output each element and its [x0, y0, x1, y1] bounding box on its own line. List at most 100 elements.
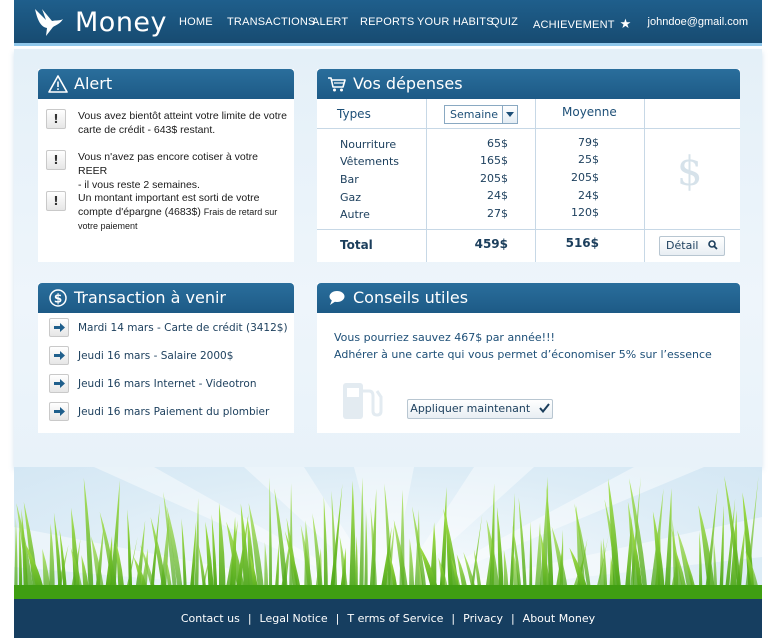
transaction-text: Jeudi 16 mars Paiement du plombier	[78, 405, 270, 418]
upcoming-transactions-panel: $ Transaction à venir Mardi 14 mars - Ca…	[38, 283, 294, 433]
total-average-value: 516$	[565, 236, 599, 250]
transaction-item[interactable]: Jeudi 16 mars Paiement du plombier	[49, 402, 269, 421]
tip-advice-text: Adhérer à une carte qui vous permet d’éc…	[334, 348, 712, 361]
transactions-panel-title: Transaction à venir	[74, 288, 226, 307]
arrow-right-icon	[49, 318, 69, 337]
table-divider	[317, 229, 740, 230]
table-divider	[426, 99, 427, 262]
expense-average-value: 25$	[578, 153, 599, 166]
footer-terms-link[interactable]: T erms of Service	[347, 612, 443, 625]
exclamation-icon: !	[46, 191, 66, 211]
expense-average-value: 205$	[571, 171, 599, 184]
star-icon: ★	[619, 16, 632, 31]
footer-separator: |	[510, 612, 515, 625]
footer: Contact us | Legal Notice | T erms of Servic…	[14, 599, 762, 638]
tips-panel-title: Conseils utiles	[353, 288, 469, 307]
column-header-types: Types	[337, 107, 371, 121]
alert-line-main: compte d'épargne (4683$)	[78, 206, 201, 218]
bird-logo-icon[interactable]	[32, 5, 66, 39]
nav-your-habits[interactable]: YOUR HABITS	[417, 16, 494, 28]
alert-item[interactable]: ! Vous avez bientôt atteint votre limite…	[46, 109, 288, 137]
period-select-value: Semaine	[450, 108, 499, 121]
dollar-sign-icon: $	[677, 149, 703, 195]
apply-now-button-label: Appliquer maintenant	[410, 402, 531, 415]
table-divider	[535, 99, 536, 262]
alert-item[interactable]: ! Un montant important est sorti de votr…	[46, 191, 288, 233]
alert-line: - il vous reste 2 semaines.	[78, 179, 200, 191]
arrow-right-icon	[49, 374, 69, 393]
column-header-average: Moyenne	[562, 105, 617, 119]
transactions-panel-header: $ Transaction à venir	[38, 283, 294, 313]
tip-savings-text: Vous pourriez sauvez 467$ par année!!!	[334, 331, 555, 344]
warning-icon	[48, 75, 68, 93]
alert-panel-header: Alert	[38, 69, 294, 99]
transaction-item[interactable]: Mardi 14 mars - Carte de crédit (3412$)	[49, 318, 288, 337]
nav-reports[interactable]: REPORTS	[360, 16, 414, 28]
checkmark-icon	[538, 403, 550, 414]
dashboard-content: Alert ! Vous avez bientôt atteint votre …	[14, 49, 762, 467]
table-divider	[317, 128, 740, 129]
expense-type: Vêtements	[340, 155, 400, 168]
expense-average-value: 79$	[578, 136, 599, 149]
expense-average-value: 120$	[571, 206, 599, 219]
alert-item[interactable]: ! Vous n'avez pas encore cotiser à votre…	[46, 150, 288, 192]
transaction-item[interactable]: Jeudi 16 mars - Salaire 2000$	[49, 346, 233, 365]
expense-week-value: 205$	[480, 172, 508, 185]
footer-legal-link[interactable]: Legal Notice	[260, 612, 328, 625]
total-label: Total	[340, 238, 373, 252]
shopping-cart-icon	[328, 77, 346, 92]
alert-line-note: Frais de retard sur	[203, 207, 278, 217]
expense-type: Autre	[340, 208, 370, 221]
transaction-text: Mardi 14 mars - Carte de crédit (3412$)	[78, 321, 288, 334]
footer-about-link[interactable]: About Money	[523, 612, 596, 625]
expense-type: Bar	[340, 173, 359, 186]
footer-privacy-link[interactable]: Privacy	[463, 612, 503, 625]
nav-quiz[interactable]: QUIZ	[491, 16, 518, 28]
expenses-panel-title: Vos dépenses	[353, 74, 463, 93]
alert-line-note: votre paiement	[78, 221, 138, 231]
svg-text:$: $	[54, 292, 62, 306]
detail-button-label: Détail	[666, 239, 699, 252]
detail-button[interactable]: Détail	[659, 236, 725, 256]
table-divider	[644, 99, 645, 262]
grass-illustration	[14, 467, 762, 599]
expenses-panel: Vos dépenses Types Semaine Moyenne Nourr…	[317, 69, 740, 262]
total-week-value: 459$	[474, 237, 508, 251]
alert-item-text: Vous avez bientôt atteint votre limite d…	[78, 109, 288, 137]
transaction-item[interactable]: Jeudi 16 mars Internet - Videotron	[49, 374, 256, 393]
chevron-down-icon[interactable]	[502, 106, 517, 123]
speech-bubble-icon	[329, 291, 345, 305]
nav-achievement-label: ACHIEVEMENT	[533, 19, 615, 31]
nav-achievement[interactable]: ACHIEVEMENT ★	[533, 16, 632, 32]
gas-pump-icon	[343, 383, 383, 419]
alert-line: Vous n'avez pas encore cotiser à votre R…	[78, 151, 259, 177]
user-email-link[interactable]: johndoe@gmail.com	[648, 16, 748, 28]
alert-line: Un montant important est sorti de votre	[78, 192, 260, 204]
transaction-text: Jeudi 16 mars Internet - Videotron	[78, 377, 257, 390]
expenses-panel-header: Vos dépenses	[317, 69, 740, 99]
app-logo-text[interactable]: Money	[75, 7, 167, 38]
period-select[interactable]: Semaine	[444, 105, 518, 124]
top-navigation-bar: Money HOME TRANSACTIONS ALERT REPORTS YO…	[14, 0, 762, 46]
expense-type: Nourriture	[340, 138, 397, 151]
alert-item-text: Vous n'avez pas encore cotiser à votre R…	[78, 150, 288, 192]
expenses-table: Types Semaine Moyenne Nourriture 65$ 79$…	[317, 99, 740, 262]
nav-home[interactable]: HOME	[179, 16, 213, 28]
apply-now-button[interactable]: Appliquer maintenant	[407, 399, 553, 419]
alert-panel-title: Alert	[74, 74, 113, 93]
nav-alert[interactable]: ALERT	[312, 16, 348, 28]
arrow-right-icon	[49, 402, 69, 421]
footer-separator: |	[451, 612, 456, 625]
expense-week-value: 65$	[487, 137, 508, 150]
useful-tips-panel: Conseils utiles Vous pourriez sauvez 467…	[317, 283, 740, 433]
alert-item-text: Un montant important est sorti de votre …	[78, 191, 288, 233]
arrow-right-icon	[49, 346, 69, 365]
expense-week-value: 27$	[487, 207, 508, 220]
expense-week-value: 24$	[487, 189, 508, 202]
nav-transactions[interactable]: TRANSACTIONS	[227, 16, 316, 28]
dollar-coin-icon: $	[49, 289, 67, 307]
alert-line: compte d'épargne (4683$) Frais de retard…	[78, 205, 288, 219]
tips-panel-header: Conseils utiles	[317, 283, 740, 313]
footer-contact-link[interactable]: Contact us	[181, 612, 240, 625]
alert-line: carte de crédit - 643$ restant.	[78, 124, 216, 136]
